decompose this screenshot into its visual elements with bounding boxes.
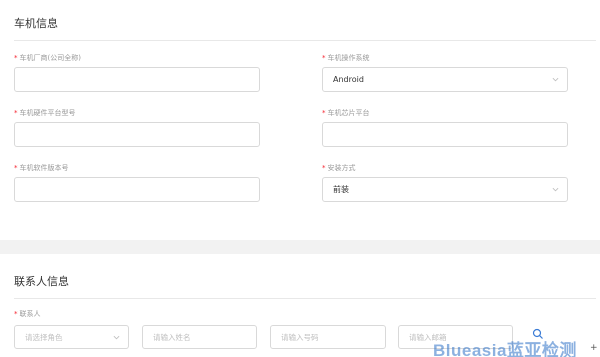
os-select[interactable]: Android	[322, 67, 568, 92]
label-hardware-model: * 车机硬件平台型号	[14, 109, 76, 117]
label-contact: * 联系人	[14, 310, 41, 318]
label-install-method: * 安装方式	[322, 164, 356, 172]
software-version-input[interactable]	[14, 177, 260, 202]
required-mark: *	[322, 109, 326, 117]
label-chip-platform: * 车机芯片平台	[322, 109, 370, 117]
required-mark: *	[14, 164, 18, 172]
required-mark: *	[322, 54, 326, 62]
section-gap	[0, 240, 600, 254]
watermark: Blueasia蓝亚检测	[433, 341, 577, 357]
chevron-down-icon	[552, 77, 559, 82]
vehicle-info-card: 车机信息 * 车机厂商(公司全称) * 车机操作系统 Android * 车机硬件平台…	[0, 0, 600, 240]
section-divider	[14, 40, 596, 41]
name-input[interactable]: 请输入姓名	[142, 325, 257, 349]
required-mark: *	[322, 164, 326, 172]
section-title-vehicle: 车机信息	[14, 17, 58, 30]
manufacturer-input[interactable]	[14, 67, 260, 92]
label-os: * 车机操作系统	[322, 54, 370, 62]
label-manufacturer: * 车机厂商(公司全称)	[14, 54, 81, 62]
chip-platform-input[interactable]	[322, 122, 568, 147]
install-method-select[interactable]: 前装	[322, 177, 568, 202]
label-software-version: * 车机软件版本号	[14, 164, 69, 172]
required-mark: *	[14, 54, 18, 62]
chevron-down-icon	[113, 335, 120, 340]
section-title-contact: 联系人信息	[14, 275, 69, 288]
chevron-down-icon	[552, 187, 559, 192]
hardware-model-input[interactable]	[14, 122, 260, 147]
plus-icon: +	[590, 343, 598, 353]
section-divider	[14, 298, 596, 299]
phone-input[interactable]: 请输入号码	[270, 325, 386, 349]
required-mark: *	[14, 109, 18, 117]
role-select[interactable]: 请选择角色	[14, 325, 129, 349]
required-mark: *	[14, 310, 18, 318]
